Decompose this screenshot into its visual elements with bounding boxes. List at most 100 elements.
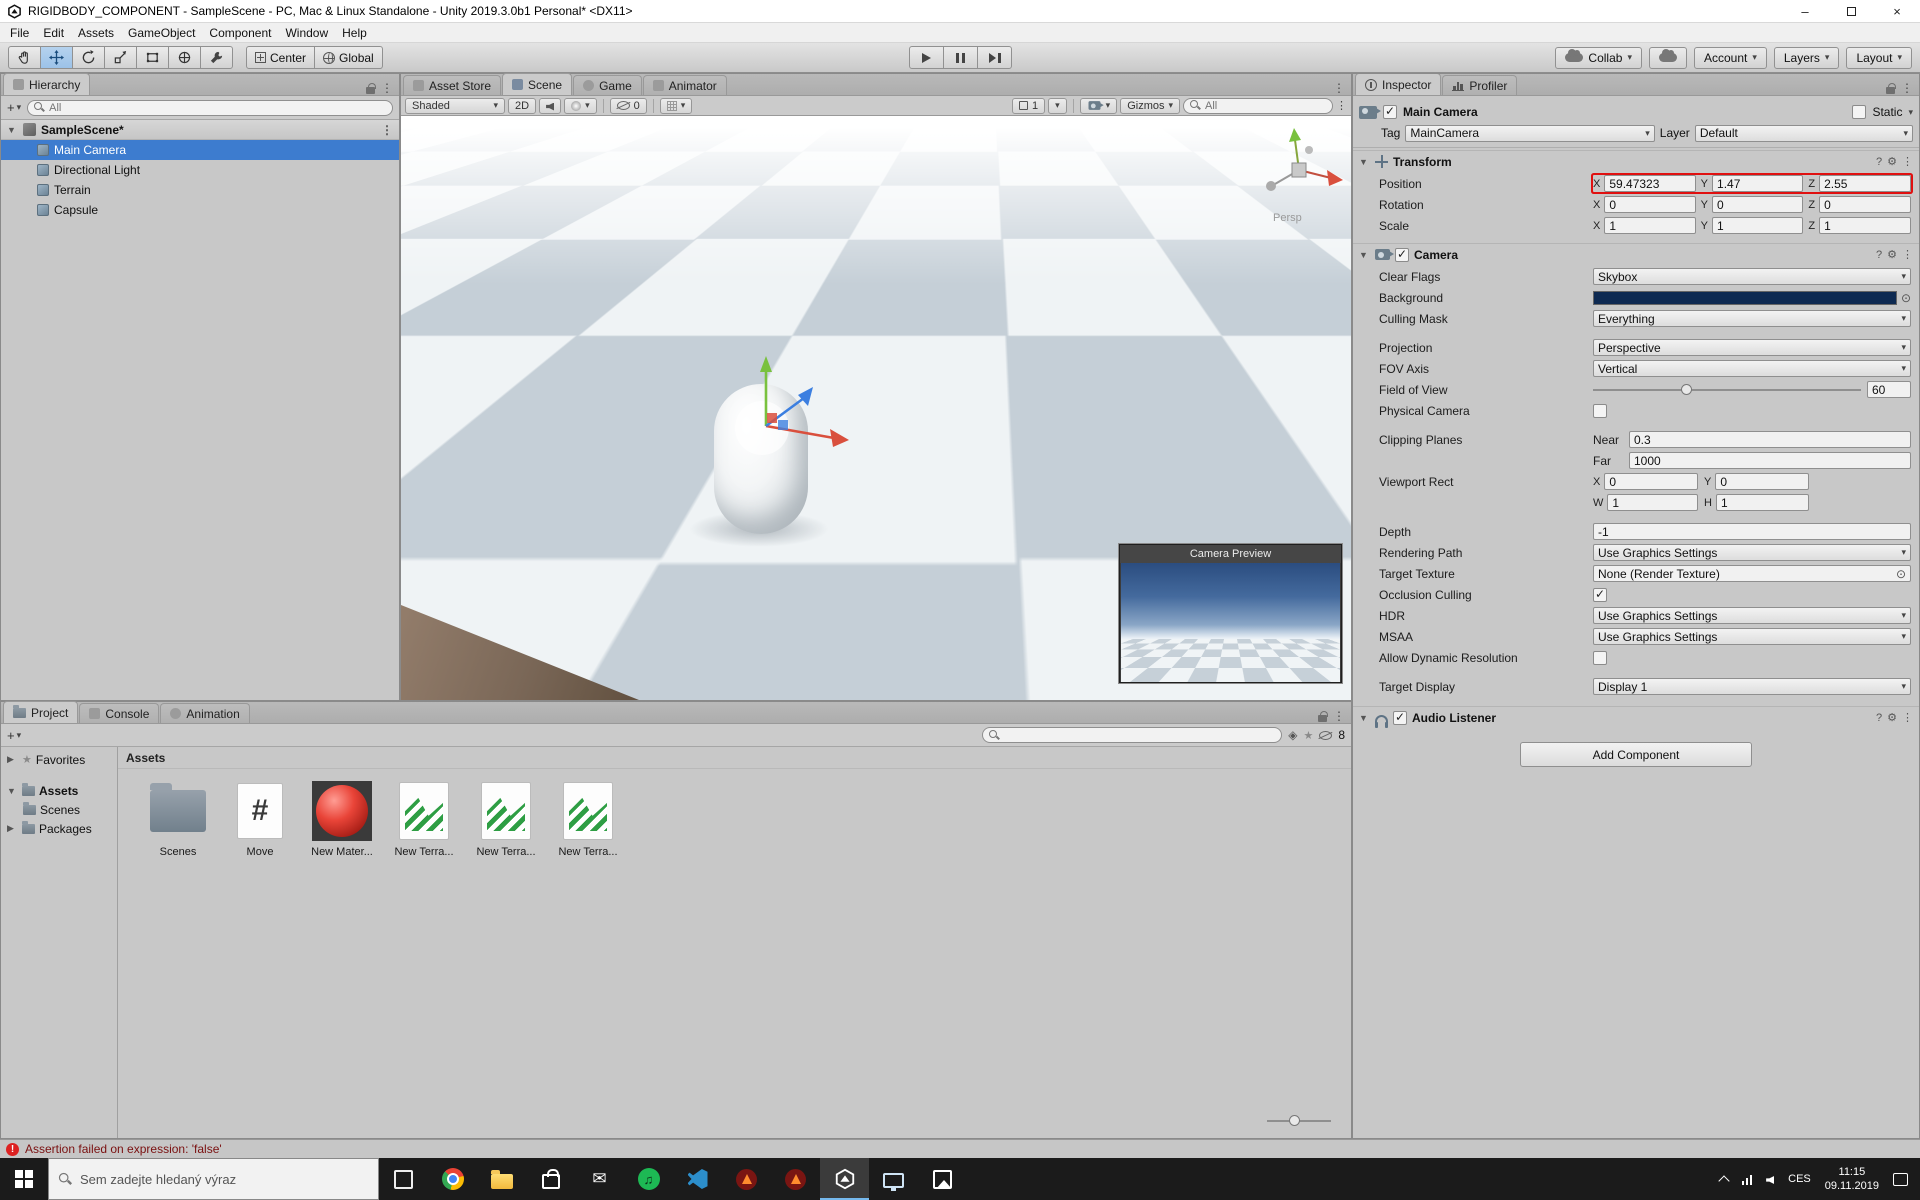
hierarchy-item-terrain[interactable]: Terrain [1, 180, 399, 200]
physical-camera-checkbox[interactable] [1593, 403, 1607, 418]
rotation-z-field[interactable]: 0 [1819, 196, 1912, 213]
viewport-x-field[interactable]: 0 [1604, 473, 1698, 490]
2d-toggle[interactable]: 2D [508, 97, 537, 114]
add-component-button[interactable]: Add Component [1520, 742, 1752, 767]
minimize-button[interactable]: – [1782, 0, 1828, 22]
menu-window[interactable]: Window [278, 24, 335, 42]
target-display-dropdown[interactable]: Display 1 ▾ [1593, 678, 1911, 695]
active-checkbox[interactable] [1383, 104, 1397, 119]
gear-icon[interactable]: ⚙ [1887, 155, 1897, 168]
hand-tool-button[interactable] [8, 46, 41, 69]
clear-flags-dropdown[interactable]: Skybox ▾ [1593, 268, 1911, 285]
scale-tool-button[interactable] [104, 46, 137, 69]
asset-item-move-script[interactable]: Move [222, 779, 298, 858]
transform-tool-button[interactable] [168, 46, 201, 69]
grid-dropdown[interactable]: ▾ [659, 97, 693, 114]
favorites-filter-icon[interactable]: ★ [1303, 729, 1313, 742]
effects-toggle[interactable]: ▾ [564, 97, 597, 114]
lock-icon[interactable] [1318, 710, 1328, 722]
app-gpu-tool-1[interactable] [722, 1158, 771, 1200]
scene-camera-dropdown[interactable]: ▾ [1079, 97, 1118, 114]
notifications-icon[interactable] [1893, 1172, 1908, 1186]
static-dropdown-icon[interactable]: ▾ [1908, 107, 1913, 118]
viewport-y-field[interactable]: 0 [1715, 473, 1809, 490]
app-photos[interactable] [918, 1158, 967, 1200]
create-asset-button[interactable]: + ▾ [7, 728, 21, 743]
object-name[interactable]: Main Camera [1403, 105, 1846, 119]
tab-project[interactable]: Project [3, 701, 79, 723]
help-icon[interactable]: ? [1876, 712, 1882, 724]
layer-dropdown[interactable]: Default ▾ [1694, 124, 1913, 142]
scene-header-row[interactable]: ▼ SampleScene* ⋮ [1, 120, 399, 140]
panel-menu-icon[interactable]: ⋮ [381, 81, 393, 95]
layout-dropdown[interactable]: Layout ▾ [1846, 46, 1912, 69]
dynamic-resolution-checkbox[interactable] [1593, 650, 1607, 665]
maximize-button[interactable] [1828, 0, 1874, 22]
pivot-center-button[interactable]: Center [246, 46, 316, 69]
panel-menu-icon[interactable]: ⋮ [1333, 709, 1345, 723]
hidden-objects-toggle[interactable]: 0 [609, 97, 647, 114]
fov-slider-knob[interactable] [1681, 384, 1693, 395]
lock-icon[interactable] [1886, 82, 1896, 94]
projection-mode-label[interactable]: Persp [1273, 212, 1302, 224]
tab-animation[interactable]: Animation [160, 703, 250, 723]
rotate-tool-button[interactable] [72, 46, 105, 69]
asset-item-terrain-2[interactable]: New Terra... [468, 779, 544, 858]
panel-menu-icon[interactable]: ⋮ [1901, 81, 1913, 95]
hdr-dropdown[interactable]: Use Graphics Settings ▾ [1593, 607, 1911, 624]
target-texture-field[interactable]: None (Render Texture) ⊙ [1593, 565, 1911, 582]
component-menu-icon[interactable]: ⋮ [1902, 711, 1913, 724]
fold-open-icon[interactable]: ▼ [7, 125, 18, 135]
scale-z-field[interactable]: 1 [1819, 217, 1912, 234]
tag-dropdown[interactable]: MainCamera ▾ [1405, 124, 1655, 142]
tab-inspector[interactable]: Inspector [1355, 74, 1442, 95]
pivot-global-button[interactable]: Global [314, 46, 383, 69]
fov-axis-dropdown[interactable]: Vertical ▾ [1593, 360, 1911, 377]
orientation-gizmo[interactable] [1251, 122, 1347, 218]
hidden-count-icon[interactable] [1319, 730, 1333, 740]
tree-favorites[interactable]: ▶ ★ Favorites [1, 750, 117, 769]
tab-hierarchy[interactable]: Hierarchy [3, 73, 91, 95]
component-menu-icon[interactable]: ⋮ [1902, 248, 1913, 261]
project-search-input[interactable] [1004, 729, 1276, 741]
gear-icon[interactable]: ⚙ [1887, 248, 1897, 261]
asset-item-material[interactable]: New Mater... [304, 779, 380, 858]
create-object-button[interactable]: + ▾ [7, 100, 21, 115]
scale-y-field[interactable]: 1 [1712, 217, 1804, 234]
audio-listener-enabled-checkbox[interactable] [1393, 710, 1407, 725]
clipping-far-field[interactable]: 1000 [1629, 452, 1911, 469]
cloud-button[interactable] [1648, 46, 1687, 69]
taskbar-search[interactable]: Sem zadejte hledaný výraz [48, 1158, 379, 1200]
tab-asset-store[interactable]: Asset Store [403, 75, 502, 95]
scene-search-input[interactable] [1205, 99, 1326, 112]
tree-assets[interactable]: ▼ Assets [1, 781, 117, 800]
culling-mask-dropdown[interactable]: Everything ▾ [1593, 310, 1911, 327]
menu-edit[interactable]: Edit [36, 24, 71, 42]
snap-settings-dropdown[interactable]: ▾ [1048, 97, 1067, 114]
lock-icon[interactable] [366, 82, 376, 94]
breadcrumb[interactable]: Assets [118, 747, 1351, 769]
account-dropdown[interactable]: Account ▾ [1693, 46, 1767, 69]
app-vscode[interactable] [673, 1158, 722, 1200]
tab-console[interactable]: Console [79, 703, 160, 723]
scene-toolbar-menu-icon[interactable]: ⋮ [1336, 99, 1347, 112]
gizmos-dropdown[interactable]: Gizmos ▾ [1120, 97, 1180, 114]
asset-item-terrain-1[interactable]: New Terra... [386, 779, 462, 858]
play-button[interactable] [909, 46, 944, 69]
tab-game[interactable]: Game [573, 75, 642, 95]
menu-component[interactable]: Component [202, 24, 278, 42]
menu-help[interactable]: Help [335, 24, 374, 42]
position-y-field[interactable]: 1.47 [1712, 175, 1804, 192]
fov-slider[interactable] [1593, 381, 1861, 398]
audio-toggle[interactable] [539, 97, 562, 114]
close-button[interactable]: × [1874, 0, 1920, 22]
background-color-swatch[interactable] [1593, 290, 1897, 305]
search-by-type-icon[interactable]: ◈ [1288, 728, 1297, 742]
collab-button[interactable]: Collab ▾ [1555, 46, 1642, 69]
menu-file[interactable]: File [3, 24, 36, 42]
viewport-w-field[interactable]: 1 [1607, 494, 1698, 511]
app-gpu-tool-2[interactable] [771, 1158, 820, 1200]
viewport-h-field[interactable]: 1 [1715, 494, 1809, 511]
layers-dropdown[interactable]: Layers ▾ [1773, 46, 1840, 69]
tab-profiler[interactable]: Profiler [1442, 75, 1518, 95]
